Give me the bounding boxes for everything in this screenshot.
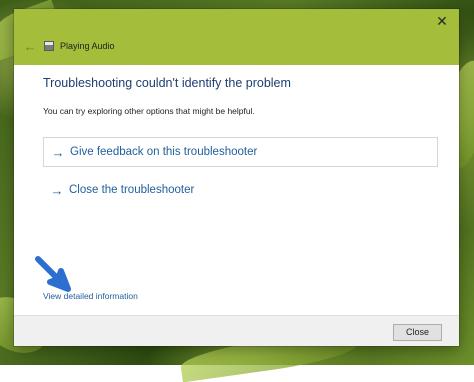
content-area: Troubleshooting couldn't identify the pr…: [14, 65, 459, 315]
give-feedback-option[interactable]: → Give feedback on this troubleshooter: [43, 137, 438, 167]
option-label: Close the troubleshooter: [69, 184, 195, 196]
troubleshooter-dialog: ✕ ← Playing Audio Troubleshooting couldn…: [14, 9, 459, 346]
title-bar: ✕ ← Playing Audio: [14, 9, 459, 65]
close-troubleshooter-option[interactable]: → Close the troubleshooter: [43, 175, 438, 205]
troubleshooter-app-icon: [44, 41, 54, 51]
option-label: Give feedback on this troubleshooter: [70, 146, 258, 158]
page-subtitle: You can try exploring other options that…: [43, 106, 255, 116]
arrow-right-icon: →: [50, 182, 64, 198]
blue-pointer-arrow-icon: [35, 256, 71, 292]
page-title: Troubleshooting couldn't identify the pr…: [43, 76, 291, 90]
close-icon[interactable]: ✕: [434, 13, 450, 29]
title-row: ← Playing Audio: [14, 33, 459, 59]
dialog-footer: Close: [14, 315, 459, 346]
window-title: Playing Audio: [60, 41, 115, 51]
arrow-right-icon: →: [51, 144, 65, 160]
view-detailed-information-link[interactable]: View detailed information: [43, 291, 138, 301]
back-arrow-icon[interactable]: ←: [19, 39, 41, 54]
close-button[interactable]: Close: [393, 324, 442, 341]
